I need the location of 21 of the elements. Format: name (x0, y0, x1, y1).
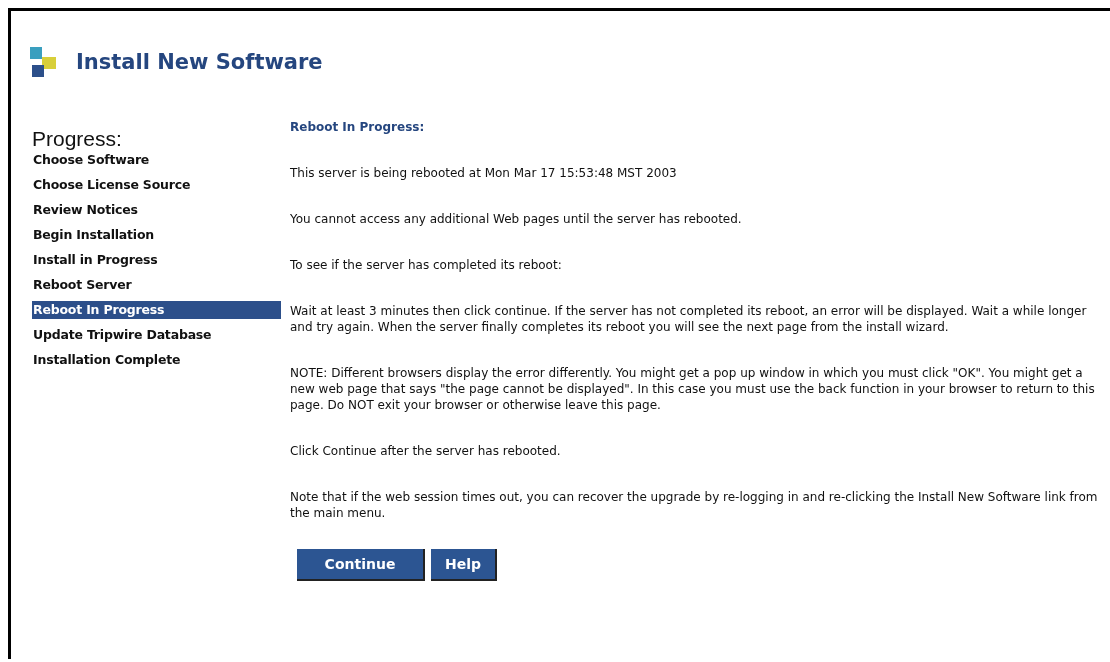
paragraph: Note that if the web session times out, you can recover the upgrade by re-logging in and re-clicking the Install New Software link from the main menu. (290, 489, 1099, 521)
progress-step: Choose License Source (32, 176, 281, 201)
section-heading: Reboot In Progress: (290, 119, 426, 135)
paragraph: To see if the server has completed its reboot: (290, 257, 563, 273)
progress-step: Begin Installation (32, 226, 281, 251)
paragraph: Wait at least 3 minutes then click continue. If the server has not completed its reboot, an error will be displayed. Wait a while longer and try again. When the server finally completes its reboot you will see the next page from the install wizard. (290, 303, 1088, 335)
progress-step: Choose Software (32, 151, 281, 176)
paragraph: This server is being rebooted at Mon Mar 17 15:53:48 MST 2003 (290, 165, 678, 181)
continue-button[interactable]: Continue (297, 549, 425, 581)
help-button[interactable]: Help (431, 549, 498, 581)
progress-heading: Progress: (32, 127, 123, 151)
progress-step: Update Tripwire Database (32, 326, 281, 351)
progress-step: Reboot Server (32, 276, 281, 301)
paragraph: You cannot access any additional Web pages until the server has rebooted. (290, 211, 743, 227)
paragraph: Click Continue after the server has rebooted. (290, 443, 562, 459)
progress-step: Install in Progress (32, 251, 281, 276)
progress-step: Installation Complete (32, 351, 281, 376)
paragraph: NOTE: Different browsers display the error differently. You might get a pop up window in which you must click "OK". You might get a new web page that says "the page cannot be displayed". In this case you must use the back function in your browser to return to this page. Do NOT exit your browser or otherwise leave this page. (290, 365, 1096, 413)
page-title: Install New Software (76, 49, 323, 74)
progress-step: Reboot In Progress (32, 301, 281, 319)
progress-step: Review Notices (32, 201, 281, 226)
